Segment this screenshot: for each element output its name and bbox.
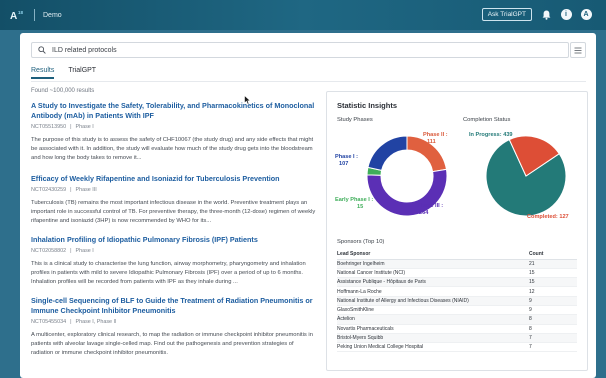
main-panel: ILD related protocols Results TrialGPT F…	[20, 33, 596, 378]
early-phase-i-label: Early Phase I :15	[335, 197, 374, 210]
results-count: Found ~100,000 results	[31, 88, 95, 94]
result-id: NCT05513950	[31, 124, 67, 130]
result-description: The purpose of this study is to assess t…	[31, 137, 314, 161]
stats-title: Statistic Insights	[337, 101, 398, 110]
sponsor-name: National Cancer Institute (NCI)	[337, 268, 529, 279]
sponsor-name: Actelion	[337, 314, 529, 325]
sponsor-count: 15	[529, 268, 577, 279]
completion-status-title: Completion Status	[463, 117, 511, 123]
result-id: NCT02058802	[31, 248, 67, 254]
phase-ii-label: Phase II :111	[423, 132, 448, 145]
result-phase: Phase I	[75, 124, 94, 130]
table-row: Boehringer Ingelheim 21	[337, 259, 577, 269]
logo-icon: A 18	[10, 10, 24, 21]
filter-sliders-icon	[574, 47, 582, 53]
sponsor-count: 9	[529, 305, 577, 316]
table-row: Bristol-Myers Squibb 7	[337, 333, 577, 344]
sponsor-name: GlaxoSmithKline	[337, 305, 529, 316]
table-row: Actelion 8	[337, 314, 577, 325]
result-title-link[interactable]: Inhalation Profiling of Idiopathic Pulmo…	[31, 235, 316, 245]
statistic-insights-card: Statistic Insights Study Phases Completi…	[326, 91, 588, 371]
result-meta: NCT02430259 | Phase III	[31, 187, 97, 193]
sponsor-count: 21	[529, 259, 577, 269]
sponsors-table: Lead Sponsor Count Boehringer Ingelheim 2…	[337, 250, 577, 353]
result-meta: NCT05513950 | Phase I	[31, 124, 94, 130]
sponsor-count: 8	[529, 314, 577, 325]
sponsor-count: 7	[529, 342, 577, 353]
phase-iii-label: Phase III :264	[417, 203, 444, 216]
divider	[34, 9, 35, 21]
table-row: National Institute of Allergy and Infect…	[337, 296, 577, 307]
sponsor-count: 12	[529, 286, 577, 297]
result-title-link[interactable]: Single-cell Sequencing of BLF to Guide t…	[31, 296, 316, 316]
completion-status-pie-chart	[485, 135, 567, 217]
result-title-link[interactable]: Efficacy of Weekly Rifapentine and Isoni…	[31, 174, 316, 184]
sponsor-name: Bristol-Myers Squibb	[337, 333, 529, 344]
study-phases-title: Study Phases	[337, 117, 373, 123]
tab-divider	[31, 81, 586, 82]
search-icon	[38, 46, 46, 54]
result-id: NCT05455034	[31, 319, 67, 325]
sponsors-title: Sponsors (Top 10)	[337, 239, 385, 245]
top-bar: A 18 Demo Ask TrialGPT i A	[0, 0, 606, 30]
completed-label: Completed: 127	[527, 214, 569, 220]
in-progress-label: In Progress: 439	[469, 132, 513, 138]
result-phase: Phase I, Phase II	[75, 319, 117, 325]
phase-i-label: Phase I :107	[335, 154, 359, 167]
workspace-label: Demo	[43, 11, 62, 19]
info-icon[interactable]: i	[560, 9, 572, 21]
sponsor-name: Peking Union Medical College Hospital	[337, 342, 529, 353]
sponsor-name: National Institute of Allergy and Infect…	[337, 296, 529, 307]
col-lead-sponsor: Lead Sponsor	[337, 250, 529, 260]
table-row: Peking Union Medical College Hospital 7	[337, 342, 577, 353]
search-input[interactable]: ILD related protocols	[31, 42, 569, 58]
avatar[interactable]: A	[580, 9, 592, 21]
result-meta: NCT05455034 | Phase I, Phase II	[31, 319, 117, 325]
app-logo[interactable]: A 18	[10, 9, 26, 21]
result-item: Efficacy of Weekly Rifapentine and Isoni…	[31, 174, 316, 225]
search-query: ILD related protocols	[52, 46, 117, 54]
sponsor-name: Boehringer Ingelheim	[337, 259, 529, 269]
mouse-cursor-icon	[244, 95, 251, 105]
tab-results[interactable]: Results	[31, 67, 55, 79]
filter-button[interactable]	[570, 42, 586, 58]
table-row: National Cancer Institute (NCI) 15	[337, 268, 577, 279]
sponsor-name: Hoffmann-La Roche	[337, 286, 529, 297]
result-description: A multicenter, exploratory clinical rese…	[31, 332, 313, 356]
col-count: Count	[529, 250, 577, 260]
results-tabs: Results TrialGPT	[31, 67, 96, 79]
result-title-link[interactable]: A Study to Investigate the Safety, Toler…	[31, 101, 316, 121]
result-item: Single-cell Sequencing of BLF to Guide t…	[31, 296, 316, 357]
result-phase: Phase I	[75, 248, 94, 254]
result-phase: Phase III	[75, 187, 97, 193]
table-row: GlaxoSmithKline 9	[337, 305, 577, 316]
table-row: Assistance Publique - Hôpitaux de Paris 1…	[337, 277, 577, 288]
slice-phase-i	[367, 135, 408, 171]
sponsor-count: 7	[529, 333, 577, 344]
table-row: Novartis Pharmaceuticals 8	[337, 324, 577, 334]
svg-text:A: A	[10, 11, 17, 21]
result-description: This is a clinical study to characterise…	[31, 261, 306, 285]
result-item: A Study to Investigate the Safety, Toler…	[31, 101, 316, 162]
table-row: Hoffmann-La Roche 12	[337, 286, 577, 297]
bell-icon[interactable]	[540, 9, 552, 21]
tab-trialgpt[interactable]: TrialGPT	[68, 67, 96, 79]
result-description: Tuberculosis (TB) remains the most impor…	[31, 200, 316, 224]
result-meta: NCT02058802 | Phase I	[31, 248, 94, 254]
ask-trialgpt-button[interactable]: Ask TrialGPT	[481, 8, 532, 21]
result-item: Inhalation Profiling of Idiopathic Pulmo…	[31, 235, 316, 286]
sponsor-count: 15	[529, 277, 577, 288]
result-id: NCT02430259	[31, 187, 67, 193]
sponsor-count: 9	[529, 296, 577, 307]
sponsor-count: 8	[529, 324, 577, 334]
sponsor-name: Assistance Publique - Hôpitaux de Paris	[337, 277, 529, 288]
svg-text:18: 18	[18, 10, 24, 15]
sponsor-name: Novartis Pharmaceuticals	[337, 324, 529, 334]
